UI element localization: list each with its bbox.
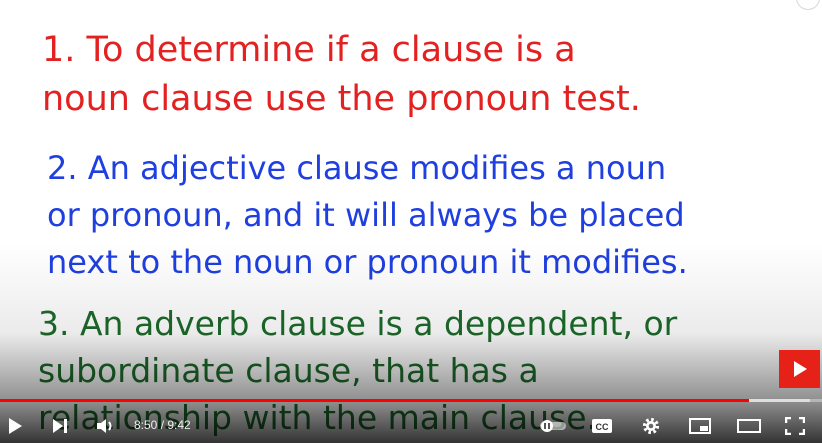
cc-label: CC <box>596 422 609 432</box>
next-video-button[interactable] <box>779 350 820 388</box>
corner-button[interactable] <box>796 0 820 10</box>
volume-icon <box>97 418 112 433</box>
progress-played <box>0 399 749 402</box>
volume-button[interactable] <box>92 408 120 443</box>
miniplayer-icon <box>689 417 711 434</box>
autoplay-toggle-icon <box>540 419 566 432</box>
point-2-line: or pronoun, and it will always be placed <box>47 196 685 234</box>
time-separator: / <box>157 418 168 432</box>
point-1-line: noun clause use the pronoun test. <box>42 79 641 119</box>
video-frame[interactable]: 1. To determine if a clause is a noun cl… <box>0 0 822 443</box>
theater-mode-button[interactable] <box>734 408 764 443</box>
next-video-play-icon <box>793 361 807 377</box>
duration: 9:42 <box>167 418 191 432</box>
fullscreen-icon <box>785 416 805 435</box>
point-3-line: 3. An adverb clause is a dependent, or <box>38 304 678 343</box>
play-icon <box>9 417 22 434</box>
autoplay-toggle[interactable] <box>536 408 570 443</box>
progress-buffered <box>749 399 810 402</box>
point-1-line: 1. To determine if a clause is a <box>42 30 576 70</box>
cc-button[interactable]: CC <box>588 408 616 443</box>
point-1: 1. To determine if a clause is a noun cl… <box>42 26 641 124</box>
point-2-line: 2. An adjective clause modifies a noun <box>47 149 667 187</box>
progress-bar[interactable] <box>0 399 822 402</box>
cc-icon: CC <box>592 418 612 433</box>
next-button[interactable] <box>46 408 74 443</box>
next-icon <box>53 418 67 433</box>
play-button[interactable] <box>0 408 30 443</box>
time-display: 8:50 / 9:42 <box>134 418 191 432</box>
point-2: 2. An adjective clause modifies a noun o… <box>47 145 688 286</box>
miniplayer-button[interactable] <box>685 408 715 443</box>
player-controls: CC <box>0 408 822 443</box>
settings-button[interactable] <box>637 408 665 443</box>
gear-icon <box>642 417 660 434</box>
fullscreen-button[interactable] <box>780 408 810 443</box>
point-2-line: next to the noun or pronoun it modifies. <box>47 243 688 281</box>
current-time: 8:50 <box>134 418 158 432</box>
theater-icon <box>737 418 761 433</box>
point-3-line: subordinate clause, that has a <box>38 351 539 390</box>
